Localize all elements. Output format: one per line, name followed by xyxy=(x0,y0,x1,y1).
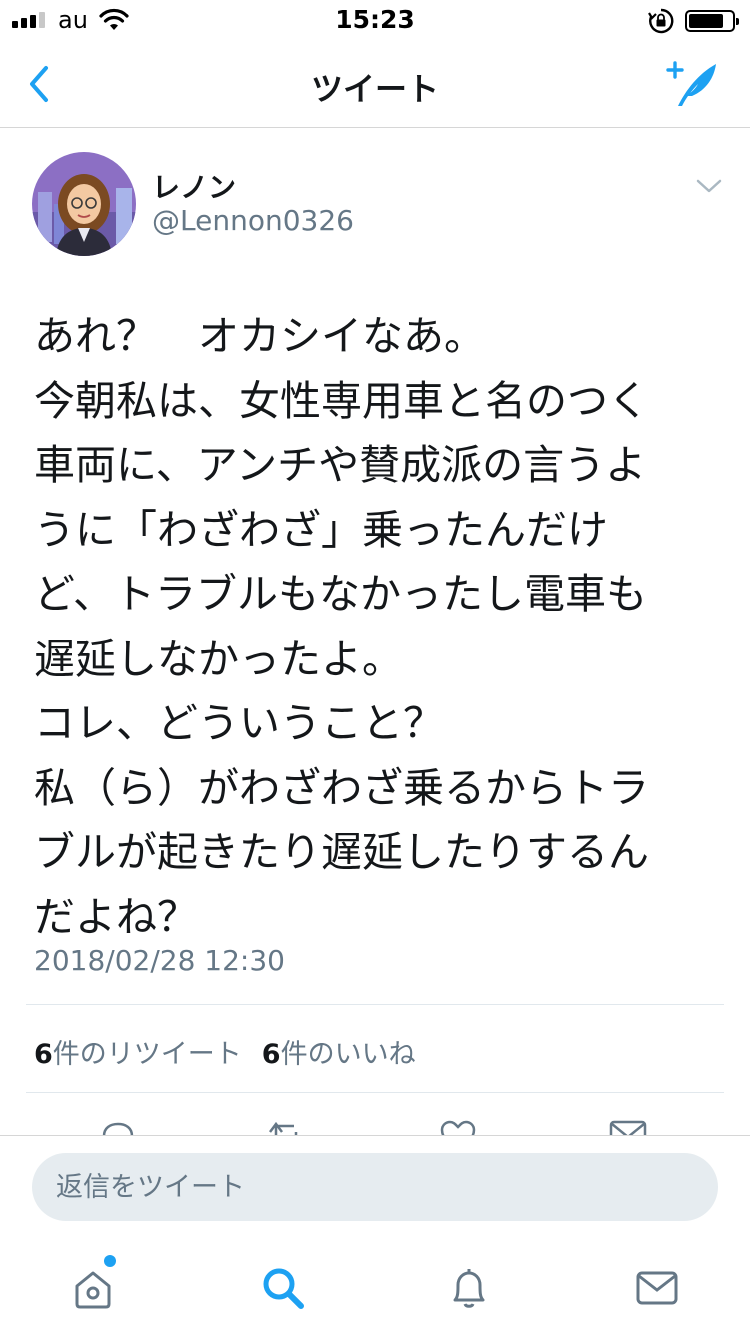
tab-search[interactable] xyxy=(258,1263,308,1313)
divider xyxy=(26,1004,724,1005)
like-count-label: 件のいいね xyxy=(280,1039,416,1070)
home-icon xyxy=(75,1271,111,1309)
divider xyxy=(26,1092,724,1093)
tweet-timestamp: 2018/02/28 12:30 xyxy=(34,944,285,977)
notifications-bell-icon xyxy=(453,1269,485,1308)
heart-icon xyxy=(440,1120,476,1136)
retweet-count-link[interactable]: 6件のリツイート xyxy=(34,1032,242,1071)
reply-icon xyxy=(102,1122,134,1136)
avatar-image xyxy=(32,152,136,256)
new-content-dot xyxy=(104,1255,116,1267)
retweet-button[interactable] xyxy=(266,1118,306,1136)
author-display-name[interactable]: レノン xyxy=(152,166,236,206)
like-button[interactable] xyxy=(438,1118,478,1136)
avatar[interactable] xyxy=(32,152,136,256)
reply-bar xyxy=(0,1135,750,1245)
tweet-text: あれ？ オカシイなあ。 今朝私は、女性専用車と名のつく 車両に、アンチや賛成派の… xyxy=(34,312,649,941)
battery-icon xyxy=(685,10,739,32)
rotation-lock-icon xyxy=(648,8,674,38)
status-bar: au 15:23 xyxy=(0,0,750,40)
retweet-icon xyxy=(269,1121,298,1136)
retweet-count: 6 xyxy=(34,1039,53,1070)
navigation-bar: ツイート xyxy=(0,40,750,128)
tweet-stats: 6件のリツイート 6件のいいね xyxy=(34,1032,416,1071)
like-count: 6 xyxy=(261,1039,281,1070)
share-button[interactable] xyxy=(608,1118,648,1136)
tab-bar xyxy=(0,1245,750,1334)
messages-envelope-icon xyxy=(636,1271,678,1305)
chevron-down-icon xyxy=(696,179,722,193)
tab-home[interactable] xyxy=(68,1263,118,1313)
compose-tweet-button[interactable] xyxy=(664,56,724,112)
compose-quill-icon xyxy=(666,61,716,106)
tab-messages[interactable] xyxy=(632,1263,682,1313)
reply-button[interactable] xyxy=(98,1118,138,1136)
tweet-options-button[interactable] xyxy=(694,176,724,196)
tab-notifications[interactable] xyxy=(444,1263,494,1313)
page-title: ツイート xyxy=(310,70,439,108)
envelope-icon xyxy=(609,1120,647,1136)
reply-input[interactable] xyxy=(32,1153,718,1221)
like-count-link[interactable]: 6件のいいね xyxy=(262,1032,416,1071)
author-handle[interactable]: @Lennon0326 xyxy=(152,204,354,237)
status-time: 15:23 xyxy=(335,5,415,34)
search-icon xyxy=(263,1268,304,1309)
retweet-count-label: 件のリツイート xyxy=(52,1039,242,1070)
